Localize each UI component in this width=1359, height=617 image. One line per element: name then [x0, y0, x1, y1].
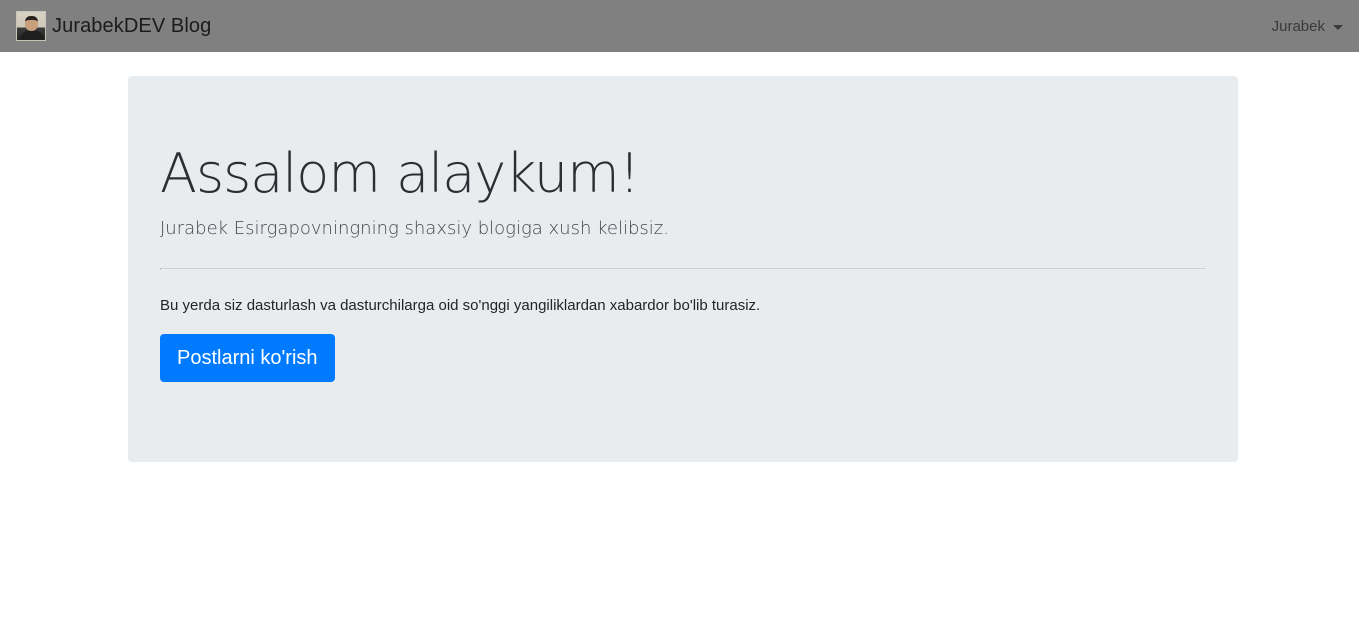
welcome-jumbotron: Assalom alaykum! Jurabek Esirgapovningni… [128, 76, 1238, 462]
page-title: Assalom alaykum! [160, 142, 640, 205]
brand-link[interactable]: JurabekDEV Blog [16, 11, 211, 41]
lead-text: Jurabek Esirgapovningning shaxsiy blogig… [160, 218, 669, 239]
brand-title: JurabekDEV Blog [52, 14, 212, 37]
user-name: Jurabek [1271, 17, 1325, 35]
caret-down-icon [1333, 24, 1343, 30]
view-posts-button[interactable]: Postlarni ko'rish [160, 334, 335, 382]
brand-avatar [16, 11, 46, 41]
user-dropdown-toggle[interactable]: Jurabek [1272, 18, 1343, 35]
description-text: Bu yerda siz dasturlash va dasturchilarg… [160, 297, 761, 314]
divider [160, 268, 1206, 270]
top-navbar: JurabekDEV Blog Jurabek [0, 0, 1359, 52]
